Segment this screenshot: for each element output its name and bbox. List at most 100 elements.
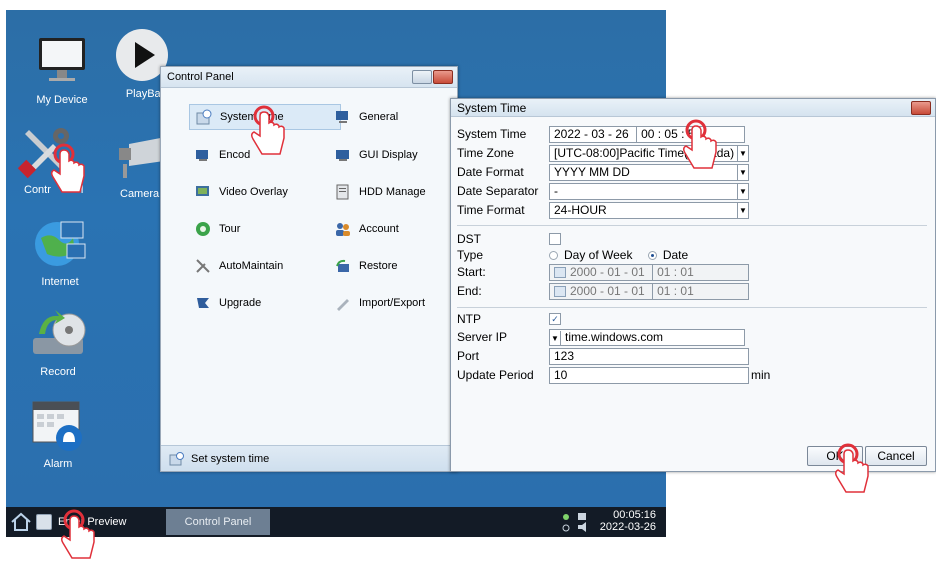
divider [457,225,927,226]
label-system-time: System Time [457,127,527,141]
type-day-of-week-option[interactable]: Day of Week [549,248,632,262]
cp-item-account[interactable]: Account [329,217,405,241]
window-title: Control Panel [167,71,234,83]
date-separator-select[interactable]: - ▼ [549,183,749,200]
label-ntp: NTP [457,312,481,326]
taskbar-control-panel-label: Control Panel [184,516,252,528]
start-date-value: 2000 - 01 - 01 [570,265,645,279]
type-option-label: Date [662,248,689,262]
label-server-ip: Server IP [457,330,508,344]
cp-item-automaintain[interactable]: AutoMaintain [189,254,289,278]
label-date-format: Date Format [457,165,524,179]
cp-item-label: General [359,111,399,123]
clock: 00:05:16 2022-03-26 [600,509,656,533]
cancel-button[interactable]: Cancel [865,446,927,466]
tools-icon [196,259,210,273]
label-time-format: Time Format [457,203,525,217]
cp-item-label: Tour [219,223,241,235]
chevron-down-icon[interactable]: ▼ [550,331,561,345]
tap-indicator-icon [682,119,717,169]
preview-icon [36,514,52,530]
taskbar: Enter Preview Control Panel 00:05:16 202… [6,507,666,537]
time-format-select[interactable]: 24-HOUR ▼ [549,202,749,219]
control-panel-titlebar[interactable]: Control Panel [161,67,457,88]
cp-item-label: Restore [359,260,398,272]
status-text: Set system time [191,452,270,465]
calendar-icon [554,286,566,298]
desktop-icon-label: Internet [41,276,79,288]
time-format-value: 24-HOUR [554,203,607,217]
clock-time: 00:05:16 [613,509,656,521]
type-date-option[interactable]: Date [647,248,689,262]
cp-item-label: AutoMaintain [219,260,284,272]
cp-item-upgrade[interactable]: Upgrade [189,291,267,315]
chevron-down-icon: ▼ [737,184,748,199]
clock-date: 2022-03-26 [599,521,656,533]
cp-item-video-overlay[interactable]: Video Overlay [189,180,294,204]
tap-indicator-icon [834,443,869,493]
video-overlay-icon [196,186,209,196]
control-panel-statusbar: Set system time [161,445,457,471]
type-radio-group: Day of Week Date [549,248,688,262]
encode-icon [196,150,208,161]
start-time-value: 01 : 01 [652,265,694,280]
label-type: Type [457,248,484,262]
home-button[interactable] [10,511,32,533]
desktop-icon-alarm[interactable]: Alarm [16,396,100,470]
label-start: Start: [457,265,486,279]
chevron-down-icon: ▼ [737,203,748,218]
cp-item-import-export[interactable]: Import/Export [329,291,431,315]
window-title: System Time [457,100,527,115]
label-end: End: [457,284,482,298]
globe-icon [31,214,89,272]
desktop-icon-label: My Device [36,94,88,106]
port-field[interactable]: 123 [549,348,749,365]
minimize-button[interactable] [412,70,432,84]
storage-icon [578,513,586,520]
close-button[interactable] [911,101,931,115]
dst-end-field[interactable]: 2000 - 01 - 01 01 : 01 [549,283,749,300]
label-dst: DST [457,232,481,246]
server-ip-field[interactable]: ▼ time.windows.com [549,329,745,346]
chevron-down-icon: ▼ [737,165,748,180]
home-icon [11,512,31,531]
desktop-icon-my-device[interactable]: My Device [20,32,104,106]
desktop-icon-label: Alarm [43,458,73,470]
label-min: min [751,368,771,382]
update-period-field[interactable]: 10 [549,367,749,384]
pen-icon [337,299,349,311]
chevron-down-icon: ▼ [737,146,748,161]
label-update-period: Update Period [457,368,534,382]
date-separator-value: - [554,184,558,198]
tap-indicator-icon [50,143,85,193]
end-time-value: 01 : 01 [652,284,694,299]
ntp-checkbox[interactable]: ✓ [549,313,561,325]
dst-checkbox[interactable] [549,233,561,245]
system-time-titlebar[interactable]: System Time [451,99,935,117]
alarm-icon [29,396,87,454]
end-date-value: 2000 - 01 - 01 [570,284,645,298]
radio-icon [549,251,558,261]
cp-item-label: Upgrade [219,297,262,309]
cp-item-tour[interactable]: Tour [189,217,246,241]
cp-item-label: Import/Export [359,297,426,309]
close-button[interactable] [433,70,453,84]
cp-item-label: Video Overlay [219,186,288,198]
taskbar-control-panel[interactable]: Control Panel [166,509,270,535]
cp-item-gui-display[interactable]: GUI Display [329,143,424,167]
dst-start-field[interactable]: 2000 - 01 - 01 01 : 01 [549,264,749,281]
cp-item-general[interactable]: General [329,105,404,129]
volume-icon [578,522,586,532]
cp-item-hdd-manage[interactable]: HDD Manage [329,180,432,204]
restore-icon [336,259,349,272]
desktop-icon-record[interactable]: Record [16,304,100,378]
flag-icon [197,298,209,308]
desktop-icon-internet[interactable]: Internet [18,214,102,288]
record-status-icon [562,524,570,532]
port-value: 123 [554,349,575,363]
tour-icon [196,222,210,236]
cp-item-restore[interactable]: Restore [329,254,404,278]
update-period-value: 10 [554,368,568,382]
network-icon [563,514,569,520]
label-time-zone: Time Zone [457,146,514,160]
